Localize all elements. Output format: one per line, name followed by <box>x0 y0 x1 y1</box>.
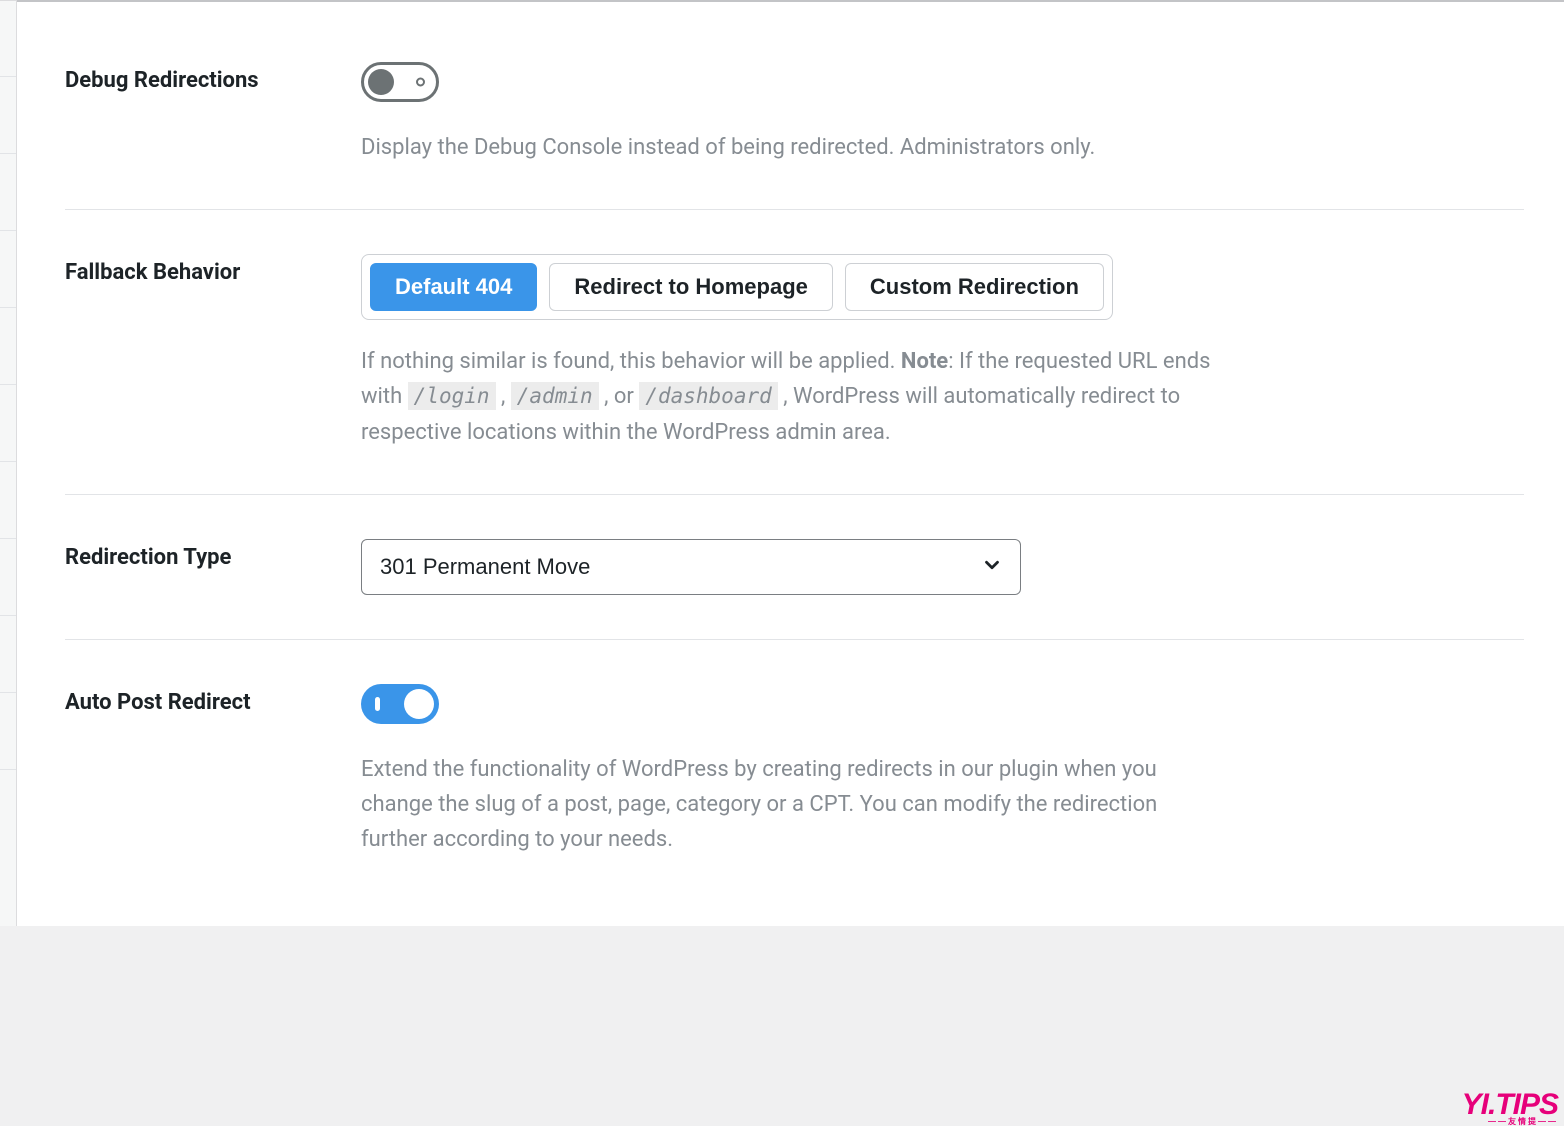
code-login: /login <box>408 382 496 410</box>
desc-sep: , <box>496 384 511 409</box>
code-dashboard: /dashboard <box>639 382 777 410</box>
toggle-debug-redirections[interactable] <box>361 62 439 102</box>
setting-redirection-type: Redirection Type 301 Permanent Move <box>65 539 1524 640</box>
fallback-option-custom-redirection[interactable]: Custom Redirection <box>845 263 1104 311</box>
redirection-type-select[interactable]: 301 Permanent Move <box>361 539 1021 595</box>
desc-text: If nothing similar is found, this behavi… <box>361 349 901 374</box>
description-debug-redirections: Display the Debug Console instead of bei… <box>361 130 1211 165</box>
watermark: YI.TIPS ——友情提—— <box>1462 1090 1558 1126</box>
note-label: Note <box>901 349 948 374</box>
label-debug-redirections: Debug Redirections <box>65 66 361 96</box>
fallback-option-redirect-homepage[interactable]: Redirect to Homepage <box>549 263 833 311</box>
toggle-handle-icon <box>368 69 394 95</box>
label-redirection-type: Redirection Type <box>65 543 361 573</box>
desc-sep: , or <box>599 384 640 409</box>
setting-auto-post-redirect: Auto Post Redirect Extend the functional… <box>65 684 1524 858</box>
description-auto-post-redirect: Extend the functionality of WordPress by… <box>361 752 1211 858</box>
setting-fallback-behavior: Fallback Behavior Default 404 Redirect t… <box>65 254 1524 495</box>
label-fallback-behavior: Fallback Behavior <box>65 258 361 288</box>
settings-panel: Debug Redirections Display the Debug Con… <box>17 0 1564 926</box>
toggle-handle-icon <box>404 689 434 719</box>
toggle-off-indicator-icon <box>416 78 425 87</box>
toggle-auto-post-redirect[interactable] <box>361 684 439 724</box>
setting-debug-redirections: Debug Redirections Display the Debug Con… <box>65 62 1524 210</box>
label-auto-post-redirect: Auto Post Redirect <box>65 688 361 718</box>
toggle-on-indicator-icon <box>375 697 380 711</box>
left-rail <box>0 0 17 926</box>
redirection-type-select-wrap: 301 Permanent Move <box>361 539 1021 595</box>
description-fallback-behavior: If nothing similar is found, this behavi… <box>361 344 1211 450</box>
fallback-segmented-control: Default 404 Redirect to Homepage Custom … <box>361 254 1113 320</box>
fallback-option-default-404[interactable]: Default 404 <box>370 263 537 311</box>
code-admin: /admin <box>511 382 599 410</box>
